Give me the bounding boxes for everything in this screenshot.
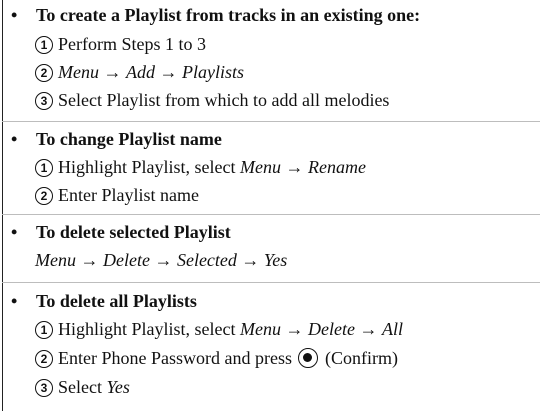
- arrow: →: [80, 250, 99, 270]
- step-1: 1 Highlight Playlist, select Menu → Renam…: [35, 155, 366, 179]
- step-2: 2 Enter Phone Password and press (Confirm…: [35, 346, 398, 370]
- menu-term: Menu: [58, 62, 99, 82]
- menu-term: All: [381, 319, 403, 339]
- arrow: →: [154, 250, 173, 270]
- step-2: 2 Menu → Add → Playlists: [35, 60, 244, 84]
- step-text: Enter Phone Password and press: [58, 348, 297, 368]
- menu-term: Delete: [307, 319, 355, 339]
- step-number-badge: 2: [35, 187, 53, 205]
- step-number-badge: 1: [35, 321, 53, 339]
- menu-term: Rename: [307, 157, 366, 177]
- menu-term: Selected: [176, 250, 237, 270]
- step-text: Enter Playlist name: [58, 185, 199, 205]
- step-text: Perform Steps 1 to 3: [58, 34, 206, 54]
- bullet: •: [11, 5, 18, 25]
- step-number-badge: 1: [35, 159, 53, 177]
- step-text: Select Playlist from which to add all me…: [58, 90, 390, 110]
- arrow: →: [285, 319, 304, 339]
- step-text: Highlight Playlist, select: [58, 319, 240, 339]
- heading-text: To change Playlist name: [36, 129, 222, 149]
- heading-text: To create a Playlist from tracks in an e…: [36, 5, 421, 25]
- arrow: →: [359, 319, 378, 339]
- step-1: 1 Perform Steps 1 to 3: [35, 32, 206, 56]
- arrow: →: [103, 62, 122, 82]
- bullet: •: [11, 222, 18, 242]
- section-divider: [2, 214, 540, 215]
- heading-text: To delete all Playlists: [36, 291, 197, 311]
- step-1: 1 Highlight Playlist, select Menu → Delet…: [35, 317, 403, 341]
- confirm-button-icon: [298, 348, 319, 368]
- menu-term: Yes: [263, 250, 288, 270]
- section-heading: • To change Playlist name: [11, 127, 222, 151]
- bullet: •: [11, 291, 18, 311]
- section-heading: • To delete all Playlists: [11, 289, 197, 313]
- arrow: →: [159, 62, 178, 82]
- arrow: →: [285, 157, 304, 177]
- step-number-badge: 3: [35, 92, 53, 110]
- menu-term: Menu: [240, 319, 281, 339]
- step-3: 3 Select Yes: [35, 375, 130, 399]
- step-text: Highlight Playlist, select: [58, 157, 240, 177]
- menu-term: Add: [125, 62, 155, 82]
- section-heading: • To create a Playlist from tracks in an …: [11, 3, 420, 27]
- section-divider: [2, 282, 540, 283]
- step-number-badge: 2: [35, 64, 53, 82]
- heading-text: To delete selected Playlist: [36, 222, 231, 242]
- menu-term: Playlists: [181, 62, 244, 82]
- left-margin-rule: [2, 0, 3, 411]
- manual-page: • To create a Playlist from tracks in an …: [0, 0, 540, 411]
- menu-term: Menu: [240, 157, 281, 177]
- menu-path: Menu → Delete → Selected → Yes: [35, 248, 287, 272]
- step-number-badge: 1: [35, 36, 53, 54]
- section-divider: [2, 121, 540, 122]
- step-text: Select: [58, 377, 107, 397]
- arrow: →: [241, 250, 260, 270]
- bullet: •: [11, 129, 18, 149]
- step-text: (Confirm): [320, 348, 398, 368]
- menu-term: Menu: [35, 250, 76, 270]
- step-number-badge: 2: [35, 350, 53, 368]
- step-2: 2 Enter Playlist name: [35, 183, 199, 207]
- step-number-badge: 3: [35, 379, 53, 397]
- menu-term: Yes: [106, 377, 130, 397]
- section-heading: • To delete selected Playlist: [11, 220, 231, 244]
- menu-term: Delete: [102, 250, 150, 270]
- step-3: 3 Select Playlist from which to add all m…: [35, 88, 389, 112]
